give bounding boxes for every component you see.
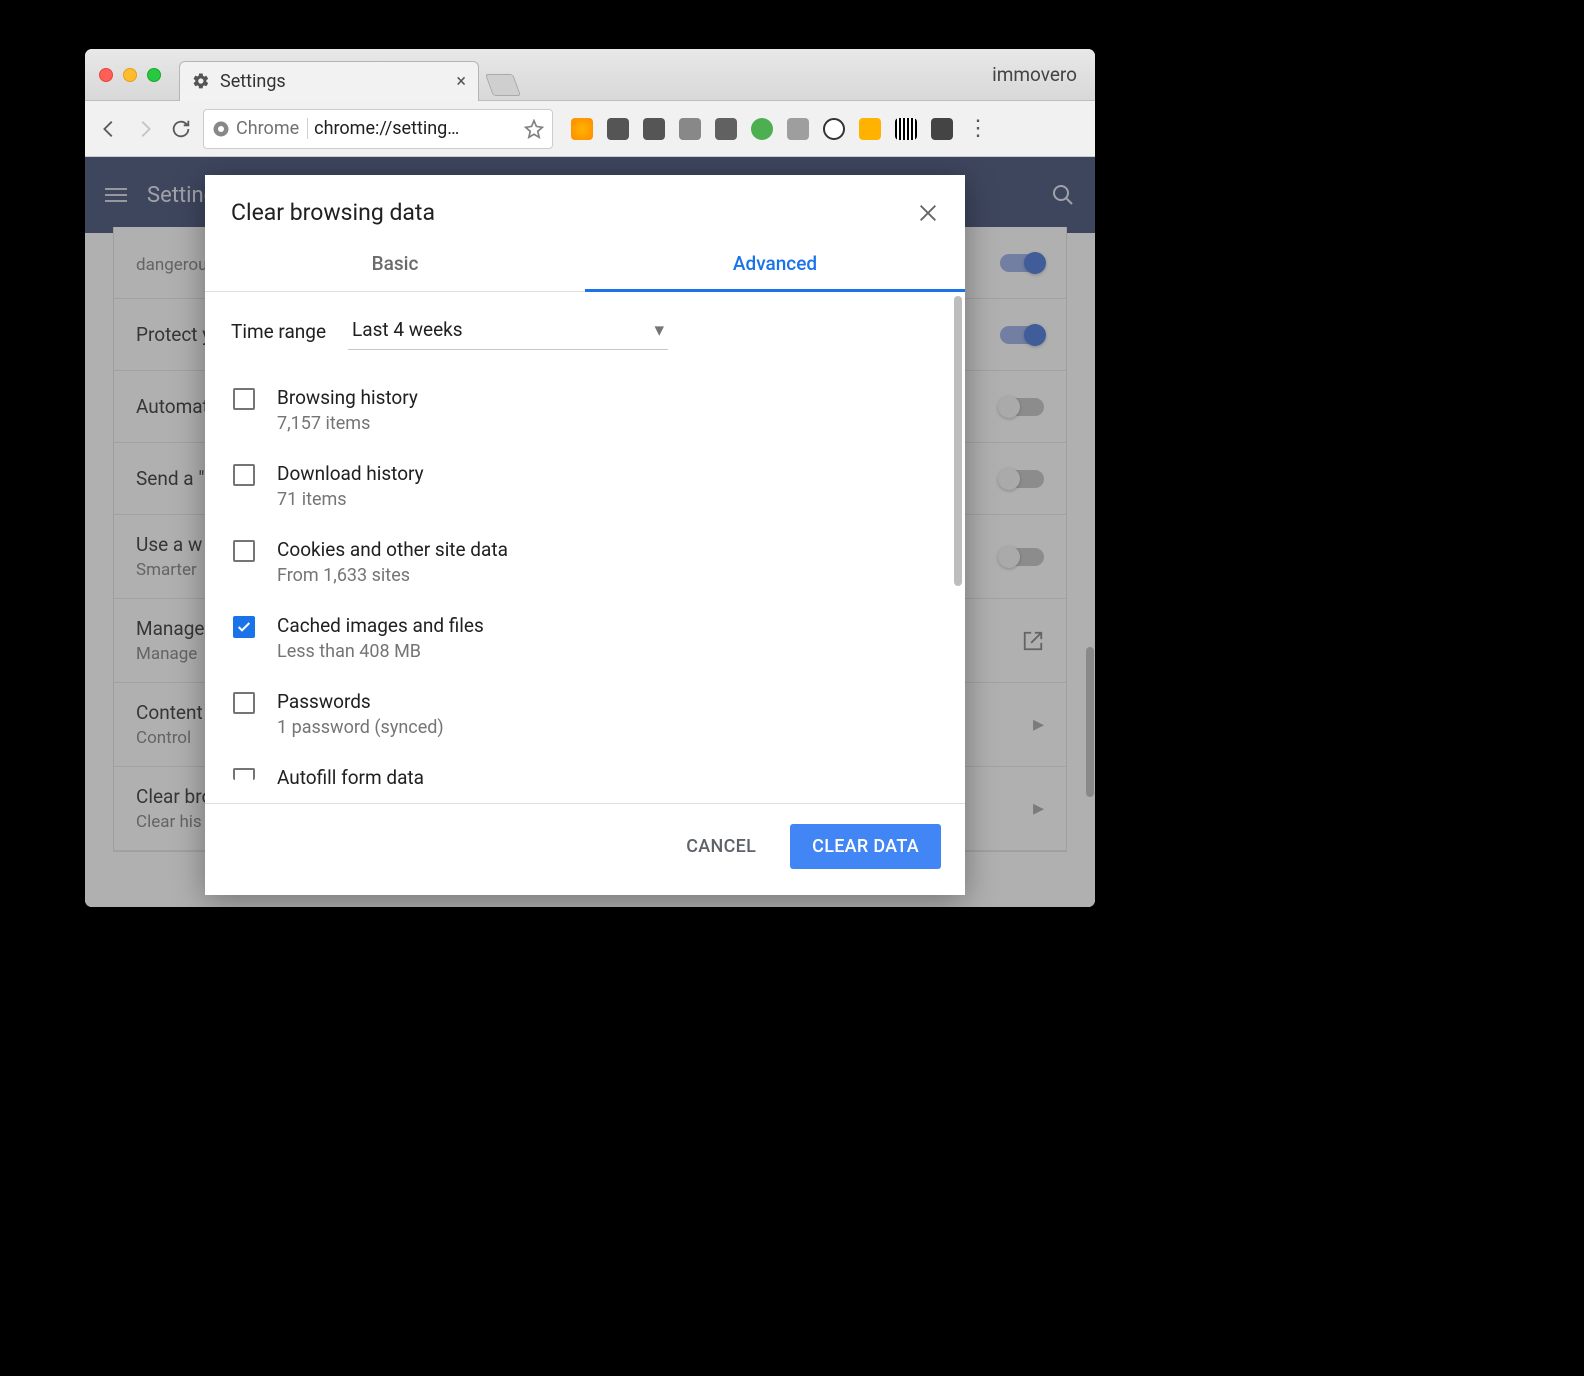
profile-name[interactable]: immovero [992,63,1077,86]
tab-advanced[interactable]: Advanced [585,236,965,292]
tab-basic[interactable]: Basic [205,236,585,292]
extension-icon[interactable] [859,118,881,140]
option-cache[interactable]: Cached images and filesLess than 408 MB [231,600,939,676]
clear-data-options: Browsing history7,157 items Download his… [231,372,939,789]
clear-browsing-data-dialog: Clear browsing data Basic Advanced Time … [205,175,965,895]
option-autofill[interactable]: Autofill form data [231,752,939,789]
new-tab-button[interactable] [485,74,521,96]
extension-icon[interactable] [715,118,737,140]
chevron-down-icon: ▾ [655,318,665,341]
extension-icon[interactable] [823,118,845,140]
extension-icon[interactable] [895,118,917,140]
dialog-title: Clear browsing data [231,199,917,226]
time-range-value: Last 4 weeks [352,318,463,341]
cancel-button[interactable]: CANCEL [672,826,770,867]
option-browsing-history[interactable]: Browsing history7,157 items [231,372,939,448]
extension-icons [571,118,953,140]
bookmark-star-icon[interactable] [524,119,544,139]
address-bar[interactable]: Chrome chrome://setting… [203,109,553,149]
reload-button[interactable] [167,115,195,143]
minimize-window-button[interactable] [123,68,137,82]
close-tab-icon[interactable]: × [456,71,466,92]
checkbox[interactable] [233,768,255,780]
modal-overlay: Clear browsing data Basic Advanced Time … [85,157,1095,907]
gear-icon [192,72,210,90]
time-range-row: Time range Last 4 weeks ▾ [231,312,939,350]
checkbox[interactable] [233,388,255,410]
titlebar: Settings × immovero [85,49,1095,101]
checkbox[interactable] [233,540,255,562]
extension-icon[interactable] [787,118,809,140]
dialog-header: Clear browsing data [205,175,965,236]
back-button[interactable] [95,115,123,143]
time-range-label: Time range [231,320,326,343]
browser-tab[interactable]: Settings × [179,61,479,101]
extension-icon[interactable] [571,118,593,140]
extension-icon[interactable] [679,118,701,140]
page-content: Settings dangerou Protect y Automat Send… [85,157,1095,907]
extension-icon[interactable] [643,118,665,140]
option-cookies[interactable]: Cookies and other site dataFrom 1,633 si… [231,524,939,600]
tab-title: Settings [220,71,446,92]
close-window-button[interactable] [99,68,113,82]
time-range-select[interactable]: Last 4 weeks ▾ [348,312,668,350]
traffic-lights [85,68,161,82]
extension-icon[interactable] [607,118,629,140]
extension-icon[interactable] [931,118,953,140]
url-text: chrome://setting… [314,118,459,139]
close-icon[interactable] [917,202,939,224]
option-download-history[interactable]: Download history71 items [231,448,939,524]
forward-button[interactable] [131,115,159,143]
dialog-tabs: Basic Advanced [205,236,965,292]
chrome-menu-button[interactable]: ⋮ [961,116,995,141]
url-scheme-label: Chrome [236,118,308,139]
extension-icon[interactable] [751,118,773,140]
option-passwords[interactable]: Passwords1 password (synced) [231,676,939,752]
chrome-page-icon [212,120,230,138]
dialog-scrollbar[interactable] [954,296,962,586]
checkbox-checked[interactable] [233,616,255,638]
clear-data-button[interactable]: CLEAR DATA [790,824,941,869]
dialog-body: Time range Last 4 weeks ▾ Browsing histo… [205,292,965,803]
zoom-window-button[interactable] [147,68,161,82]
toolbar: Chrome chrome://setting… ⋮ [85,101,1095,157]
checkbox[interactable] [233,464,255,486]
dialog-footer: CANCEL CLEAR DATA [205,803,965,895]
browser-window: Settings × immovero Chrome chrome://sett… [85,49,1095,907]
checkbox[interactable] [233,692,255,714]
